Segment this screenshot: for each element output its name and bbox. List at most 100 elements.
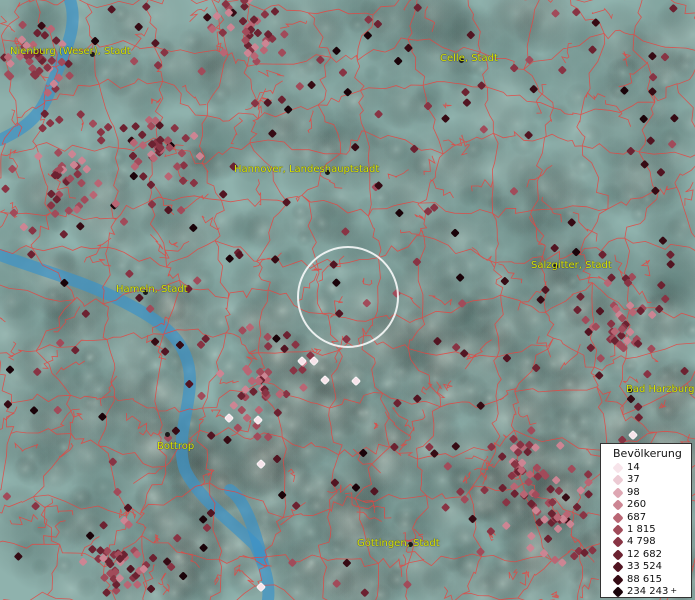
population-marker[interactable] <box>461 88 470 97</box>
population-marker[interactable] <box>263 332 272 341</box>
population-marker[interactable] <box>595 307 605 316</box>
population-marker[interactable] <box>96 128 105 137</box>
population-marker[interactable] <box>130 57 139 66</box>
population-marker[interactable] <box>639 114 648 123</box>
population-marker[interactable] <box>277 95 286 104</box>
population-marker[interactable] <box>173 162 182 171</box>
population-marker[interactable] <box>462 98 471 107</box>
population-marker[interactable] <box>149 553 158 563</box>
population-marker[interactable] <box>360 588 369 597</box>
population-marker[interactable] <box>151 39 160 48</box>
population-marker[interactable] <box>351 483 360 492</box>
population-marker[interactable] <box>247 376 256 385</box>
population-marker[interactable] <box>456 273 465 282</box>
population-marker[interactable] <box>550 244 559 253</box>
population-marker[interactable] <box>670 114 679 123</box>
population-marker[interactable] <box>272 334 281 343</box>
population-marker[interactable] <box>88 119 97 128</box>
population-marker[interactable] <box>86 531 95 540</box>
population-marker[interactable] <box>374 110 383 119</box>
population-marker[interactable] <box>123 503 133 512</box>
population-marker[interactable] <box>270 7 279 16</box>
population-marker[interactable] <box>173 534 182 543</box>
population-marker[interactable] <box>666 250 675 259</box>
population-marker[interactable] <box>648 87 657 96</box>
population-marker[interactable] <box>460 349 469 358</box>
population-marker[interactable] <box>189 178 198 187</box>
population-marker[interactable] <box>264 432 273 441</box>
population-marker[interactable] <box>253 432 262 441</box>
population-marker[interactable] <box>33 367 42 376</box>
population-marker[interactable] <box>395 208 404 217</box>
population-marker[interactable] <box>607 319 616 328</box>
population-marker[interactable] <box>282 331 291 340</box>
population-marker[interactable] <box>98 412 107 421</box>
population-marker[interactable] <box>579 511 588 520</box>
population-marker[interactable] <box>225 254 234 263</box>
population-marker[interactable] <box>207 431 216 440</box>
population-marker[interactable] <box>567 464 576 473</box>
population-marker[interactable] <box>526 543 535 552</box>
population-marker[interactable] <box>576 292 585 301</box>
population-marker[interactable] <box>80 195 89 204</box>
population-marker[interactable] <box>390 442 399 452</box>
population-marker[interactable] <box>500 277 509 286</box>
population-marker[interactable] <box>498 452 507 461</box>
population-marker[interactable] <box>460 495 469 504</box>
population-marker[interactable] <box>351 376 361 386</box>
population-marker[interactable] <box>342 558 351 567</box>
population-marker[interactable] <box>89 190 98 199</box>
population-marker[interactable] <box>648 52 657 61</box>
population-marker[interactable] <box>660 52 669 62</box>
population-marker[interactable] <box>164 172 173 181</box>
population-marker[interactable] <box>76 110 85 119</box>
population-marker[interactable] <box>648 310 657 319</box>
population-marker[interactable] <box>430 449 439 458</box>
population-marker[interactable] <box>351 143 360 152</box>
population-marker[interactable] <box>46 119 55 128</box>
population-marker[interactable] <box>238 17 248 26</box>
population-marker[interactable] <box>441 503 450 512</box>
population-marker[interactable] <box>264 342 273 351</box>
population-marker[interactable] <box>595 371 604 380</box>
population-marker[interactable] <box>425 443 434 452</box>
population-marker[interactable] <box>226 23 235 32</box>
population-marker[interactable] <box>364 15 373 24</box>
population-marker[interactable] <box>113 487 122 496</box>
population-marker[interactable] <box>486 527 495 536</box>
population-marker[interactable] <box>190 131 199 140</box>
population-marker[interactable] <box>197 67 206 76</box>
population-marker[interactable] <box>626 394 635 403</box>
population-marker[interactable] <box>573 305 582 314</box>
population-marker[interactable] <box>19 222 28 232</box>
population-marker[interactable] <box>584 478 593 487</box>
population-marker[interactable] <box>452 343 461 352</box>
population-marker[interactable] <box>292 501 301 510</box>
population-marker[interactable] <box>546 485 555 494</box>
population-marker[interactable] <box>668 140 677 149</box>
population-marker[interactable] <box>170 124 179 133</box>
population-marker[interactable] <box>572 248 581 257</box>
population-marker[interactable] <box>544 534 553 543</box>
population-marker[interactable] <box>291 340 300 349</box>
population-marker[interactable] <box>29 406 39 415</box>
population-marker[interactable] <box>669 4 678 13</box>
population-marker[interactable] <box>519 490 528 499</box>
population-marker[interactable] <box>33 28 42 38</box>
population-marker[interactable] <box>245 323 254 332</box>
population-marker[interactable] <box>332 579 341 588</box>
population-marker[interactable] <box>588 45 597 54</box>
population-marker[interactable] <box>46 24 55 33</box>
population-marker[interactable] <box>177 206 186 215</box>
population-marker[interactable] <box>373 19 382 29</box>
population-marker[interactable] <box>394 56 403 66</box>
population-marker[interactable] <box>509 434 518 444</box>
population-marker[interactable] <box>260 10 269 19</box>
population-marker[interactable] <box>476 401 485 410</box>
population-marker[interactable] <box>561 493 570 502</box>
population-marker[interactable] <box>76 222 85 231</box>
population-marker[interactable] <box>273 454 282 463</box>
population-marker[interactable] <box>295 82 304 91</box>
population-marker[interactable] <box>658 236 667 245</box>
population-marker[interactable] <box>451 442 460 451</box>
